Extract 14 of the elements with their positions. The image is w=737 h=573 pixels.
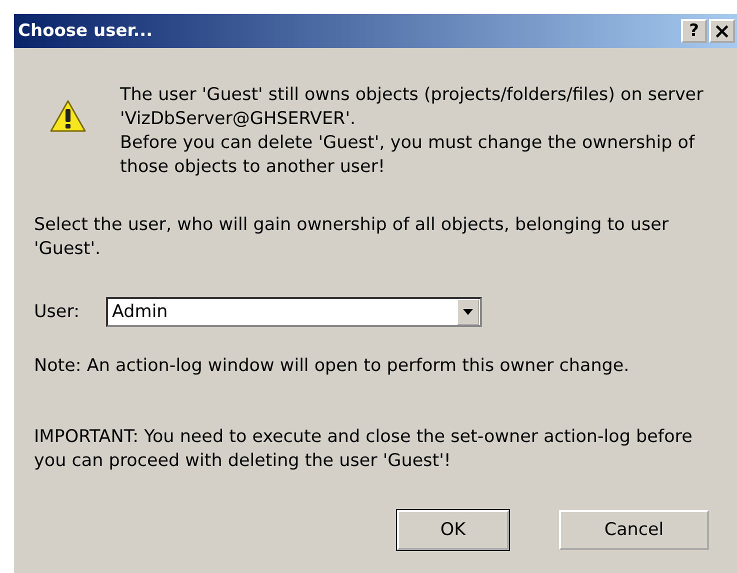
help-button[interactable]: ?	[681, 19, 707, 43]
ok-button[interactable]: OK	[397, 510, 509, 550]
important-text: IMPORTANT: You need to execute and close the set-owner action-log before you can proceed with deleting the user 'Guest'!	[34, 426, 694, 473]
dropdown-arrow-icon	[457, 299, 479, 325]
warning-message: The user 'Guest' still owns objects (projects/folders/files) on server 'VizDbServer@GHSERVER'.	[120, 84, 704, 131]
instruction-text: Select the user, who will gain ownership of all objects, belonging to user 'Guest'.	[34, 214, 670, 261]
window-title: Choose user...	[18, 21, 153, 41]
user-label: User:	[34, 301, 80, 324]
warning-icon	[50, 100, 86, 132]
close-button[interactable]: ×	[709, 19, 735, 43]
warning-message: Before you can delete 'Guest', you must change the ownership of those objects to another user!	[120, 132, 696, 179]
user-dropdown[interactable]: Admin	[106, 297, 482, 327]
cancel-button[interactable]: Cancel	[559, 510, 709, 550]
note-text: Note: An action-log window will open to perform this owner change.	[34, 355, 630, 378]
